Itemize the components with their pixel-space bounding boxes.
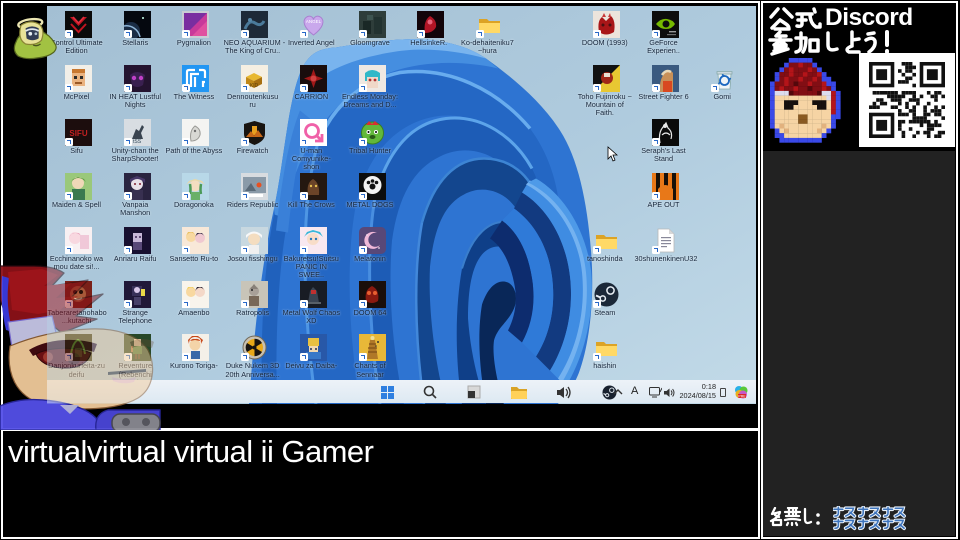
svg-text:KID: KID [250,83,259,89]
svg-text:SIFU: SIFU [69,129,87,138]
svg-text:PRE: PRE [738,394,746,398]
svg-text:tSS: tSS [133,139,142,145]
svg-text:ANGEL: ANGEL [306,19,322,24]
